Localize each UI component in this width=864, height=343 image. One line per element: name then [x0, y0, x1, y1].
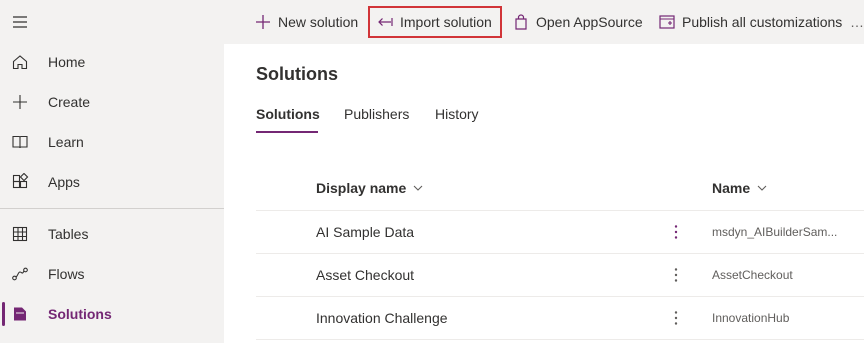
solutions-icon: [10, 304, 30, 324]
new-solution-label: New solution: [278, 14, 359, 30]
nav-item-tables[interactable]: Tables: [0, 214, 224, 254]
nav-divider: [0, 208, 224, 209]
arrow-left-icon: [376, 13, 394, 31]
flow-icon: [10, 264, 30, 284]
import-solution-label: Import solution: [400, 14, 492, 30]
chevron-down-icon: [413, 185, 423, 191]
plus-icon: [254, 13, 272, 31]
plus-icon: [10, 92, 30, 112]
nav-item-label: Learn: [48, 134, 84, 150]
nav-item-learn[interactable]: Learn: [0, 122, 224, 162]
chevron-down-icon: [757, 185, 767, 191]
import-solution-button[interactable]: Import solution: [368, 6, 502, 38]
solution-unique-name: AssetCheckout: [712, 268, 793, 282]
nav-item-label: Create: [48, 94, 91, 110]
main-content: Solutions Solutions Publishers History D…: [224, 44, 864, 343]
table-row[interactable]: Innovation Challenge InnovationHub: [256, 297, 864, 340]
nav-item-label: Solutions: [48, 306, 112, 322]
hamburger-menu-icon[interactable]: [10, 12, 30, 32]
tab-history[interactable]: History: [435, 106, 479, 122]
more-commands-button[interactable]: …: [850, 6, 864, 38]
left-navigation: Home Create Learn Apps Tables Flows Solu…: [0, 0, 224, 343]
open-appsource-button[interactable]: Open AppSource: [512, 6, 643, 38]
apps-icon: [10, 172, 30, 192]
new-solution-button[interactable]: New solution: [254, 6, 358, 38]
nav-item-apps[interactable]: Apps: [0, 162, 224, 202]
more-dots-icon: …: [850, 14, 864, 30]
open-appsource-label: Open AppSource: [536, 14, 643, 30]
column-header-label: Display name: [316, 180, 407, 196]
publish-all-button[interactable]: Publish all customizations: [658, 6, 842, 38]
publish-all-label: Publish all customizations: [682, 14, 843, 30]
nav-item-label: Tables: [48, 226, 89, 242]
nav-item-home[interactable]: Home: [0, 42, 224, 82]
shopping-bag-icon: [512, 13, 530, 31]
command-bar: New solution Import solution Open AppSou…: [224, 0, 864, 44]
more-vertical-icon[interactable]: [666, 264, 686, 286]
nav-item-flows[interactable]: Flows: [0, 254, 224, 294]
tab-publishers[interactable]: Publishers: [344, 106, 409, 122]
column-header-label: Name: [712, 180, 751, 196]
table-row[interactable]: AI Sample Data msdyn_AIBuilderSam...: [256, 211, 864, 254]
solution-unique-name: InnovationHub: [712, 311, 790, 325]
tab-solutions[interactable]: Solutions: [256, 106, 320, 122]
book-icon: [10, 132, 30, 152]
nav-item-label: Flows: [48, 266, 85, 282]
active-tab-indicator: [256, 131, 318, 133]
column-header-display-name[interactable]: Display name: [316, 180, 424, 196]
page-title: Solutions: [256, 64, 338, 84]
table-row[interactable]: Asset Checkout AssetCheckout: [256, 254, 864, 297]
more-vertical-icon[interactable]: [666, 221, 686, 243]
nav-item-label: Home: [48, 54, 86, 70]
solution-display-name: Asset Checkout: [316, 267, 415, 283]
nav-item-solutions[interactable]: Solutions: [0, 294, 224, 334]
table-icon: [10, 224, 30, 244]
more-vertical-icon[interactable]: [666, 307, 686, 329]
solution-unique-name: msdyn_AIBuilderSam...: [712, 225, 838, 239]
solution-display-name: AI Sample Data: [316, 224, 415, 240]
nav-item-create[interactable]: Create: [0, 82, 224, 122]
home-icon: [10, 52, 30, 72]
solution-display-name: Innovation Challenge: [316, 310, 448, 326]
nav-item-label: Apps: [48, 174, 80, 190]
column-header-name[interactable]: Name: [712, 180, 768, 196]
publish-icon: [658, 13, 676, 31]
